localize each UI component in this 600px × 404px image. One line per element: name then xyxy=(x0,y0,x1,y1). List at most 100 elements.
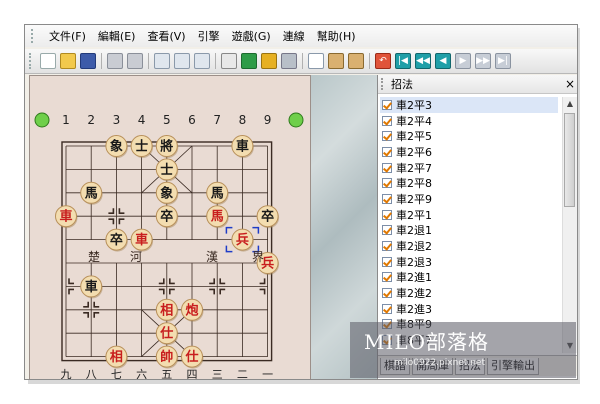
toolbar-grip[interactable] xyxy=(29,53,34,69)
scroll-thumb[interactable] xyxy=(564,113,575,207)
piece-label: 馬 xyxy=(211,186,224,201)
save-icon[interactable] xyxy=(80,53,96,69)
move-checkbox[interactable] xyxy=(382,241,392,252)
last-move-icon[interactable]: ▶| xyxy=(495,53,511,69)
settings-icon[interactable] xyxy=(281,53,297,69)
next-fast-icon[interactable]: ▶▶ xyxy=(475,53,491,69)
move-checkbox[interactable] xyxy=(382,99,392,110)
move-checkbox[interactable] xyxy=(382,288,392,299)
chessboard[interactable]: 1 2 3 4 5 6 7 8 9九八七六五四三二一 象士將車士馬象馬車卒馬卒卒車兵兵車相 炮仕相… xyxy=(30,76,310,380)
move-row[interactable]: 車2平4 xyxy=(380,113,558,129)
piece-label: 卒 xyxy=(110,232,123,248)
edit-icon[interactable] xyxy=(221,53,237,69)
move-list[interactable]: 車2平3 車2平4 車2平5 車2平6 車2平7 車2平8 車2平9 車2平1 車2退1 車2退2… xyxy=(380,97,558,353)
file-number-top: 6 xyxy=(188,113,196,127)
menu-engine[interactable]: 引擎 xyxy=(192,28,226,44)
menu-help[interactable]: 幫助(H) xyxy=(311,28,362,44)
file-number-bottom: 五 xyxy=(161,368,172,380)
scroll-up-icon[interactable]: ▲ xyxy=(563,97,577,111)
engine-icon[interactable] xyxy=(174,53,190,69)
move-text: 車2平5 xyxy=(396,130,432,144)
file-number-top: 7 xyxy=(213,113,221,127)
move-row[interactable]: 車2平9 xyxy=(380,191,558,207)
puzzle-icon[interactable] xyxy=(241,53,257,69)
move-row[interactable]: 車2進2 xyxy=(380,285,558,301)
move-checkbox[interactable] xyxy=(382,115,392,126)
file-number-bottom: 二 xyxy=(237,368,248,380)
menu-file[interactable]: 文件(F) xyxy=(43,28,92,44)
move-text: 車2平7 xyxy=(396,161,432,175)
move-row[interactable]: 車2平5 xyxy=(380,128,558,144)
move-checkbox[interactable] xyxy=(382,303,392,314)
menu-game[interactable]: 遊戲(G) xyxy=(226,28,277,44)
move-row[interactable]: 車2進3 xyxy=(380,301,558,317)
move-row[interactable]: 車2退3 xyxy=(380,254,558,270)
move-text: 車2退3 xyxy=(396,255,432,269)
move-checkbox[interactable] xyxy=(382,178,392,189)
piece-label: 象 xyxy=(110,139,123,155)
move-text: 車2進1 xyxy=(396,271,432,285)
first-move-icon[interactable]: |◀ xyxy=(395,53,411,69)
move-list-scrollbar[interactable]: ▲ ▼ xyxy=(562,97,577,353)
panel-grip[interactable] xyxy=(381,78,387,90)
undo-icon[interactable]: ↶ xyxy=(375,53,391,69)
move-row[interactable]: 車2平7 xyxy=(380,160,558,176)
file-number-bottom: 七 xyxy=(111,368,122,380)
lock-icon[interactable] xyxy=(261,53,277,69)
move-checkbox[interactable] xyxy=(382,256,392,267)
move-text: 車2退2 xyxy=(396,240,432,254)
menu-view[interactable]: 查看(V) xyxy=(141,28,191,44)
new-file-icon[interactable] xyxy=(40,53,56,69)
move-text: 車2平3 xyxy=(396,98,432,112)
move-checkbox[interactable] xyxy=(382,146,392,157)
move-text: 車2平8 xyxy=(396,177,432,191)
move-row[interactable]: 車2平6 xyxy=(380,144,558,160)
watermark-subtitle: milo0922.pixnet.net xyxy=(394,358,485,368)
move-row[interactable]: 車2平8 xyxy=(380,175,558,191)
moves-panel-header: 招法 × xyxy=(378,75,577,94)
chessboard-area[interactable]: 123456789九八七六五四三二一 象士將車士馬象馬車卒馬卒卒車兵兵車相炮仕相… xyxy=(29,75,311,380)
print-icon[interactable] xyxy=(107,53,123,69)
open-folder-icon[interactable] xyxy=(60,53,76,69)
print-preview-icon[interactable] xyxy=(127,53,143,69)
file-number-top: 9 xyxy=(264,113,272,127)
toolbar: ↶ |◀ ◀◀ ◀ ▶ ▶▶ ▶| xyxy=(25,49,577,74)
paste-special-icon[interactable] xyxy=(348,53,364,69)
move-row[interactable]: 車2退1 xyxy=(380,223,558,239)
copy-icon[interactable] xyxy=(308,53,324,69)
piece-label: 帥 xyxy=(160,349,173,365)
move-checkbox[interactable] xyxy=(382,225,392,236)
watermark-title: MILO部落格 xyxy=(364,330,490,354)
move-checkbox[interactable] xyxy=(382,131,392,142)
move-row[interactable]: 車2進1 xyxy=(380,270,558,286)
toolbar-separator xyxy=(369,53,370,69)
paste-icon[interactable] xyxy=(328,53,344,69)
menubar-grip[interactable] xyxy=(31,29,37,43)
file-number-bottom: 三 xyxy=(212,368,223,380)
menu-connect[interactable]: 連線 xyxy=(277,28,311,44)
move-row[interactable]: 車2退2 xyxy=(380,238,558,254)
next-move-icon[interactable]: ▶ xyxy=(455,53,471,69)
move-checkbox[interactable] xyxy=(382,272,392,283)
piece-label: 炮 xyxy=(185,302,198,318)
piece-label: 兵 xyxy=(236,232,249,248)
move-row[interactable]: 車2平1 xyxy=(380,207,558,223)
file-number-top: 8 xyxy=(239,113,247,127)
piece-label: 車 xyxy=(236,139,249,155)
move-checkbox[interactable] xyxy=(382,209,392,220)
piece-label: 車 xyxy=(59,209,72,225)
piece-label: 士 xyxy=(135,139,148,155)
piece-label: 馬 xyxy=(85,186,98,201)
prev-fast-icon[interactable]: ◀◀ xyxy=(415,53,431,69)
move-row[interactable]: 車2平3 xyxy=(380,97,558,113)
piece-label: 仕 xyxy=(159,326,173,342)
close-icon[interactable]: × xyxy=(562,77,577,91)
prev-move-icon[interactable]: ◀ xyxy=(435,53,451,69)
move-checkbox[interactable] xyxy=(382,162,392,173)
piece-label: 相 xyxy=(110,349,123,365)
move-checkbox[interactable] xyxy=(382,193,392,204)
refresh-icon[interactable] xyxy=(194,53,210,69)
move-text: 車2進2 xyxy=(396,287,432,301)
search-icon[interactable] xyxy=(154,53,170,69)
menu-edit[interactable]: 編輯(E) xyxy=(92,28,142,44)
